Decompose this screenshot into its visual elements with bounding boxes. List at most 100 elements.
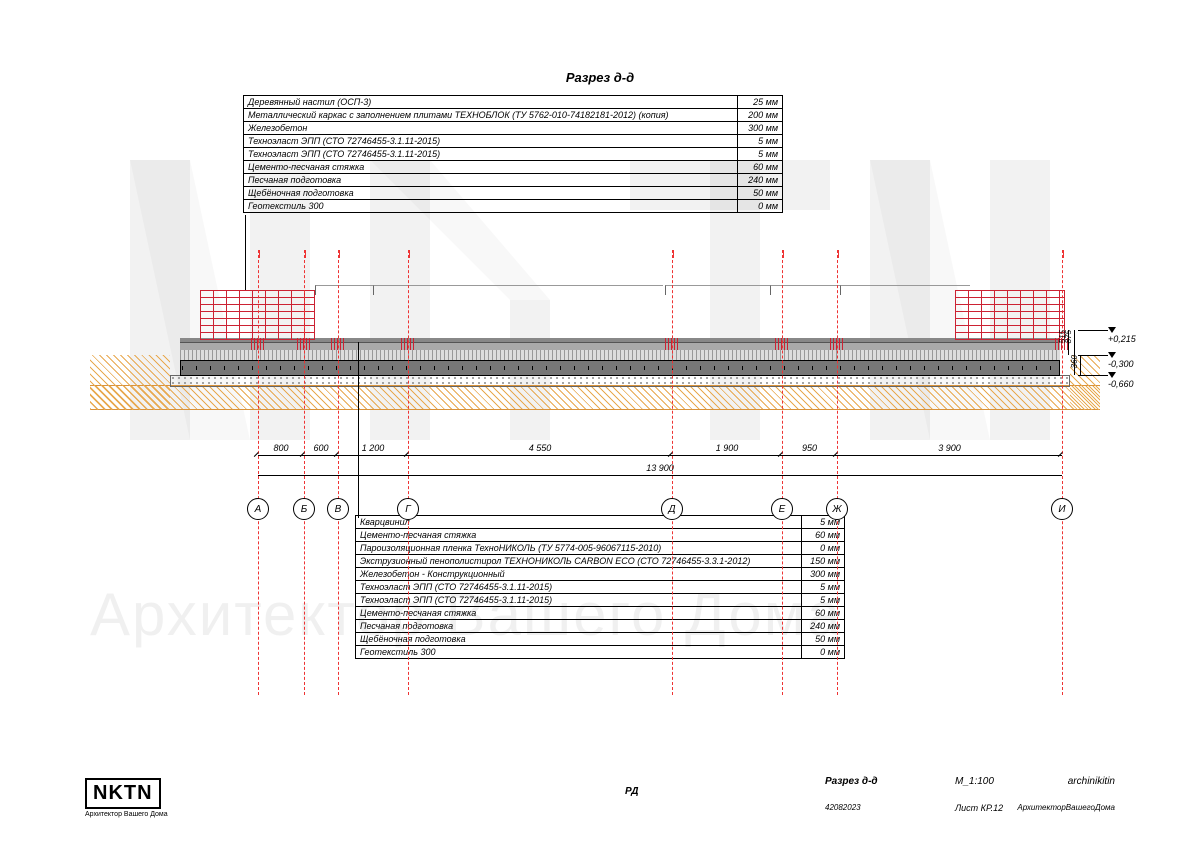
layer-thickness: 25 мм xyxy=(738,96,783,109)
dimension-value: 1 900 xyxy=(672,443,782,453)
layer-name: Кварцвинил xyxy=(356,516,802,529)
project-stage: РД xyxy=(625,786,639,797)
vertical-dimension: 875 xyxy=(1064,330,1073,343)
layer-row: Цементо-песчаная стяжка60 мм xyxy=(356,529,845,542)
layer-name: Техноэласт ЭПП (СТО 72746455-3.1.11-2015… xyxy=(356,581,802,594)
dimension-value: 600 xyxy=(304,443,338,453)
layer-row: Техноэласт ЭПП (СТО 72746455-3.1.11-2015… xyxy=(244,135,783,148)
dimension-value: 1 200 xyxy=(338,443,408,453)
layer-name: Геотекстиль 300 xyxy=(244,200,738,213)
wall-break xyxy=(665,285,770,295)
rebar-pattern xyxy=(182,366,1058,370)
project-code: 42082023 xyxy=(825,803,861,812)
layer-name: Железобетон xyxy=(244,122,738,135)
dimension-value: 800 xyxy=(258,443,304,453)
layer-row: Кварцвинил5 мм xyxy=(356,516,845,529)
layer-name: Техноэласт ЭПП (СТО 72746455-3.1.11-2015… xyxy=(356,594,802,607)
insulation-layer xyxy=(180,350,1060,360)
layer-thickness: 5 мм xyxy=(738,135,783,148)
ground-fill-hatch xyxy=(90,385,1100,410)
layer-row: Щебёночная подготовка50 мм xyxy=(244,187,783,200)
title-block: NKTN Архитектор Вашего Дома РД Разрез д-… xyxy=(85,768,1115,828)
layers-table-bottom: Кварцвинил5 ммЦементо-песчаная стяжка60 … xyxy=(355,515,845,659)
wall-break xyxy=(373,285,663,295)
grid-bubble: Г xyxy=(397,498,419,520)
dimension-value: 950 xyxy=(782,443,837,453)
grid-bubble: А xyxy=(247,498,269,520)
layer-row: Песчаная подготовка240 мм xyxy=(244,174,783,187)
sheet-number: Лист КР.12 xyxy=(955,803,1003,813)
layer-row: Экструзионный пенополистирол ТЕХНОНИКОЛЬ… xyxy=(356,555,845,568)
layer-thickness: 50 мм xyxy=(738,187,783,200)
layer-thickness: 0 мм xyxy=(738,200,783,213)
wall-break xyxy=(770,285,840,295)
layer-row: Цементо-песчаная стяжка60 мм xyxy=(244,161,783,174)
layer-row: Металлический каркас с заполнением плита… xyxy=(244,109,783,122)
layer-row: Техноэласт ЭПП (СТО 72746455-3.1.11-2015… xyxy=(356,581,845,594)
layer-row: Техноэласт ЭПП (СТО 72746455-3.1.11-2015… xyxy=(356,594,845,607)
layer-name: Железобетон - Конструкционный xyxy=(356,568,802,581)
leader-line xyxy=(245,215,246,290)
screed-layer xyxy=(180,342,1060,350)
layer-name: Техноэласт ЭПП (СТО 72746455-3.1.11-2015… xyxy=(244,148,738,161)
layer-name: Щебёночная подготовка xyxy=(244,187,738,200)
wall-break xyxy=(315,285,375,295)
level-mark: -0,300 xyxy=(1108,349,1134,369)
brick-wall-right xyxy=(955,290,1065,340)
layer-thickness: 5 мм xyxy=(738,148,783,161)
level-mark: -0,660 xyxy=(1108,369,1134,389)
layers-table-top: Деревянный настил (ОСП-3)25 ммМеталличес… xyxy=(243,95,783,213)
grid-axis xyxy=(1062,250,1063,695)
layer-name: Цементо-песчаная стяжка xyxy=(356,607,802,620)
layer-name: Техноэласт ЭПП (СТО 72746455-3.1.11-2015… xyxy=(244,135,738,148)
brand-ru: АрхитекторВашегоДома xyxy=(1017,803,1115,812)
section-drawing: 8006001 2004 5501 9009503 900 13 900 АБВ… xyxy=(90,280,1100,475)
grid-bubble: Б xyxy=(293,498,315,520)
layer-name: Геотекстиль 300 xyxy=(356,646,802,659)
grid-bubble: И xyxy=(1051,498,1073,520)
layer-row: Геотекстиль 3000 мм xyxy=(244,200,783,213)
layer-name: Экструзионный пенополистирол ТЕХНОНИКОЛЬ… xyxy=(356,555,802,568)
layer-row: Щебёночная подготовка50 мм xyxy=(356,633,845,646)
leader-line xyxy=(358,342,359,518)
logo: NKTN Архитектор Вашего Дома xyxy=(85,778,168,818)
dimension-value: 3 900 xyxy=(837,443,1062,453)
drawing-title: Разрез д-д xyxy=(0,70,1200,85)
dimension-value: 4 550 xyxy=(408,443,672,453)
sheet-title: Разрез д-д xyxy=(825,776,878,787)
layer-name: Металлический каркас с заполнением плита… xyxy=(244,109,738,122)
level-mark: +0,215 xyxy=(1108,324,1136,344)
layer-name: Песчаная подготовка xyxy=(356,620,802,633)
layer-row: Цементо-песчаная стяжка60 мм xyxy=(356,607,845,620)
dimension-total xyxy=(258,475,1062,476)
layer-thickness: 60 мм xyxy=(738,161,783,174)
brand-label: archinikitin xyxy=(1068,776,1115,787)
grid-bubble: Ж xyxy=(826,498,848,520)
dimension-total-value: 13 900 xyxy=(258,463,1062,473)
layer-row: Геотекстиль 3000 мм xyxy=(356,646,845,659)
layer-row: Техноэласт ЭПП (СТО 72746455-3.1.11-2015… xyxy=(244,148,783,161)
layer-thickness: 200 мм xyxy=(738,109,783,122)
layer-name: Деревянный настил (ОСП-3) xyxy=(244,96,738,109)
scale-label: М_1:100 xyxy=(955,776,994,787)
dimension-chain xyxy=(258,455,1062,456)
layer-row: Железобетон300 мм xyxy=(244,122,783,135)
layer-row: Железобетон - Конструкционный300 мм xyxy=(356,568,845,581)
gravel-layer xyxy=(170,375,1070,387)
logo-subtitle: Архитектор Вашего Дома xyxy=(85,811,168,818)
wall-break xyxy=(840,285,970,295)
layer-row: Пароизоляционная пленка ТехноНИКОЛЬ (ТУ … xyxy=(356,542,845,555)
layer-thickness: 240 мм xyxy=(738,174,783,187)
vertical-dimension: 360 xyxy=(1070,355,1079,368)
ground-left-hatch xyxy=(90,355,170,410)
layer-row: Деревянный настил (ОСП-3)25 мм xyxy=(244,96,783,109)
layer-name: Пароизоляционная пленка ТехноНИКОЛЬ (ТУ … xyxy=(356,542,802,555)
layer-name: Цементо-песчаная стяжка xyxy=(244,161,738,174)
logo-text: NKTN xyxy=(85,778,161,809)
layer-name: Щебёночная подготовка xyxy=(356,633,802,646)
grid-bubble: Е xyxy=(771,498,793,520)
grid-bubble: В xyxy=(327,498,349,520)
grid-bubble: Д xyxy=(661,498,683,520)
layer-row: Песчаная подготовка240 мм xyxy=(356,620,845,633)
layer-thickness: 300 мм xyxy=(738,122,783,135)
